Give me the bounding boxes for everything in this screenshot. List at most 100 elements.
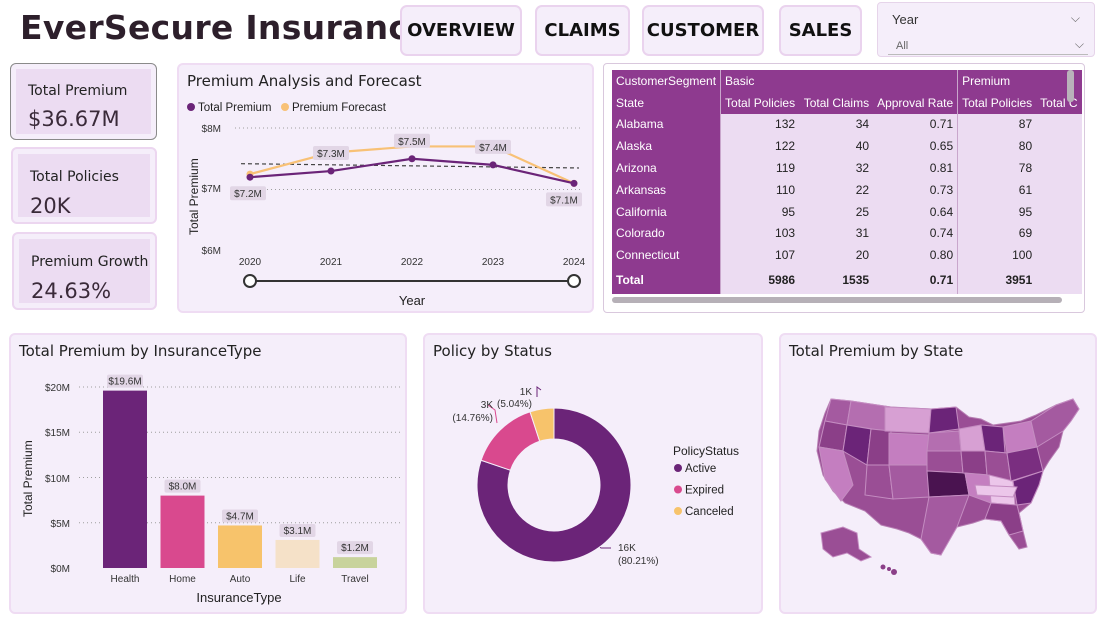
kpi-card-total-premium[interactable]: Total Premium $36.67M — [10, 63, 157, 140]
table-vertical-scrollbar[interactable] — [1067, 70, 1074, 102]
cell — [1036, 222, 1082, 245]
map-state-region[interactable] — [980, 424, 1006, 454]
cell: 95 — [720, 200, 800, 223]
kpi-card-total-policies[interactable]: Total Policies 20K — [11, 147, 157, 224]
data-label: $8.0M — [169, 482, 197, 493]
cell: 107 — [720, 244, 800, 267]
year-dropdown[interactable]: All ⌵ — [888, 37, 1088, 55]
state-cell: Arizona — [612, 157, 721, 179]
table-row[interactable]: Alabama 132 34 0.71 87 — [612, 113, 1082, 136]
map-state-region[interactable] — [864, 464, 894, 500]
nav-customer-button[interactable]: CUSTOMER — [642, 5, 764, 56]
cell: 3951 — [957, 266, 1037, 295]
bar-travel[interactable] — [333, 557, 377, 568]
map-state-region[interactable] — [974, 484, 1018, 498]
data-point[interactable] — [246, 173, 254, 181]
data-point[interactable] — [327, 167, 335, 175]
table-row[interactable]: Arkansas 110 22 0.73 61 — [612, 178, 1082, 201]
map-hawaii[interactable] — [887, 567, 891, 571]
state-cell: Arkansas — [612, 178, 721, 201]
column-header-basic-total-claims[interactable]: Total Claims — [799, 91, 874, 114]
data-point[interactable] — [489, 161, 497, 169]
nav-claims-button[interactable]: CLAIMS — [535, 5, 630, 56]
data-label: $1.2M — [341, 543, 369, 554]
slice-pct-active: (80.21%) — [618, 556, 659, 567]
premium-line-chart[interactable]: Total Premium Premium Forecast $8M $7M $… — [179, 65, 592, 311]
data-label: $7.1M — [550, 195, 578, 206]
bar-health[interactable] — [103, 390, 147, 568]
bar-auto[interactable] — [218, 525, 262, 568]
table-total-row[interactable]: Total 5986 1535 0.71 3951 — [612, 266, 1082, 295]
column-header-premium-total-claims[interactable]: Total C — [1036, 91, 1082, 114]
nav-overview-button[interactable]: OVERVIEW — [400, 5, 522, 56]
cell: 22 — [799, 178, 874, 201]
x-tick-label: 2021 — [320, 257, 343, 268]
table-horizontal-scrollbar[interactable] — [612, 297, 1062, 303]
cell: 0.74 — [873, 222, 958, 245]
premium-analysis-card: Premium Analysis and Forecast Total Prem… — [177, 63, 594, 313]
slice-count-active: 16K — [618, 543, 636, 554]
map-state-region[interactable] — [884, 406, 932, 434]
table-row[interactable]: Arizona 119 32 0.81 78 — [612, 157, 1082, 179]
year-slicer[interactable]: Year ⌵ All ⌵ — [877, 2, 1095, 57]
cell: 5986 — [720, 266, 800, 295]
table-row[interactable]: Colorado 103 31 0.74 69 — [612, 222, 1082, 245]
data-label: $3.1M — [284, 526, 312, 537]
map-hawaii[interactable] — [880, 564, 886, 570]
us-filled-map[interactable] — [781, 335, 1095, 612]
map-state-region[interactable] — [926, 430, 962, 452]
series-line-total-premium[interactable] — [249, 157, 575, 185]
y-axis-title: Total Premium — [187, 158, 201, 235]
map-state-region[interactable] — [866, 428, 892, 466]
bar-home[interactable] — [160, 495, 205, 568]
legend-label[interactable]: Canceled — [685, 506, 734, 518]
map-state-region[interactable] — [928, 406, 960, 434]
bar-life[interactable] — [275, 539, 320, 568]
x-tick-label: Life — [289, 574, 306, 585]
map-state-region[interactable] — [984, 502, 1024, 536]
insurance-type-bar-chart[interactable]: $20M $15M $10M $5M $0M Total Premium Ins… — [11, 335, 405, 612]
map-hawaii[interactable] — [891, 569, 897, 575]
data-point[interactable] — [408, 155, 416, 163]
kpi-card-background: Total Premium $36.67M — [16, 69, 151, 134]
table-row[interactable]: Connecticut 107 20 0.80 100 — [612, 244, 1082, 267]
cell: 0.80 — [873, 244, 958, 267]
y-tick-label: $5M — [51, 519, 70, 530]
nav-sales-button[interactable]: SALES — [779, 5, 862, 56]
map-state-region[interactable] — [926, 450, 964, 474]
map-state-region[interactable] — [960, 450, 988, 476]
y-tick-label: $8M — [202, 124, 221, 135]
map-state-region[interactable] — [888, 432, 930, 466]
year-range-start-handle[interactable] — [243, 274, 257, 288]
chevron-down-icon[interactable]: ⌵ — [1075, 37, 1084, 52]
state-cell: Alabama — [612, 113, 721, 136]
policy-status-donut-chart[interactable]: 1K (5.04%) 3K (14.76%) 16K (80.21%) Poli… — [425, 335, 761, 612]
legend-label[interactable]: Expired — [685, 485, 724, 497]
state-cell: Connecticut — [612, 244, 721, 267]
kpi-label: Total Policies — [30, 169, 119, 185]
chevron-down-icon[interactable]: ⌵ — [1071, 11, 1080, 26]
column-header-basic-total-policies[interactable]: Total Policies — [720, 91, 800, 114]
column-header-state[interactable]: State — [612, 91, 721, 114]
group-header-customer-segment[interactable]: CustomerSegment — [612, 70, 721, 92]
cell: 100 — [957, 244, 1037, 267]
legend-label[interactable]: Active — [685, 463, 716, 475]
cell: 1535 — [799, 266, 874, 295]
map-state-region[interactable] — [926, 470, 970, 498]
y-tick-label: $20M — [45, 383, 70, 394]
cell: 32 — [799, 157, 874, 179]
group-header-basic[interactable]: Basic — [720, 70, 958, 92]
table-row[interactable]: California 95 25 0.64 95 — [612, 200, 1082, 223]
table-row[interactable]: Alaska 122 40 0.65 80 — [612, 135, 1082, 158]
cell: 132 — [720, 113, 800, 136]
state-cell: California — [612, 200, 721, 223]
group-header-premium[interactable]: Premium — [957, 70, 1082, 92]
data-point[interactable] — [570, 179, 578, 187]
map-alaska[interactable] — [820, 526, 873, 562]
kpi-card-premium-growth[interactable]: Premium Growth 24.63% — [12, 232, 157, 310]
year-range-end-handle[interactable] — [567, 274, 581, 288]
column-header-premium-total-policies[interactable]: Total Policies — [957, 91, 1037, 114]
column-header-basic-approval-rate[interactable]: Approval Rate — [873, 91, 958, 114]
segment-matrix-table[interactable]: CustomerSegment Basic Premium State Tota… — [612, 70, 1082, 295]
map-state-region[interactable] — [888, 464, 930, 500]
